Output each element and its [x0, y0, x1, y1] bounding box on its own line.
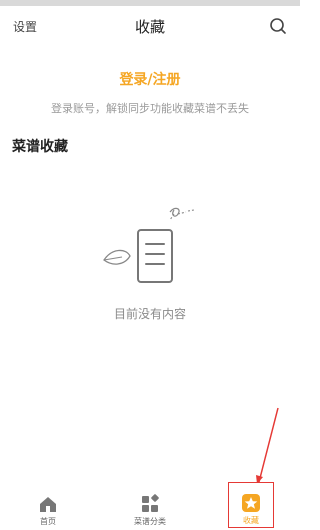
login-hint-text: 登录账号，解锁同步功能收藏菜谱不丢失 — [51, 102, 249, 115]
tab-favorites-label: 收藏 — [243, 516, 259, 525]
home-icon — [40, 497, 56, 512]
empty-state-text: 目前没有内容 — [113, 307, 186, 321]
empty-state-illustration — [100, 198, 200, 288]
top-bar: 设置 收藏 — [0, 6, 300, 46]
tab-home-label: 首页 — [40, 517, 56, 526]
star-icon — [242, 494, 260, 512]
search-icon — [270, 18, 286, 34]
tab-categories[interactable]: 菜谱分类 — [125, 482, 175, 530]
tab-categories-label: 菜谱分类 — [134, 517, 166, 526]
recipe-favorites-heading: 菜谱收藏 — [12, 139, 68, 155]
tab-home[interactable]: 首页 — [26, 482, 70, 530]
search-button[interactable] — [268, 16, 288, 36]
empty-document-icon — [103, 207, 195, 283]
tab-favorites[interactable]: 收藏 — [228, 482, 274, 528]
page-title: 收藏 — [134, 18, 165, 36]
login-register-link[interactable]: 登录/注册 — [0, 69, 300, 89]
bottom-tab-bar: 首页 菜谱分类 收藏 — [0, 482, 300, 530]
grid-icon — [142, 494, 159, 512]
